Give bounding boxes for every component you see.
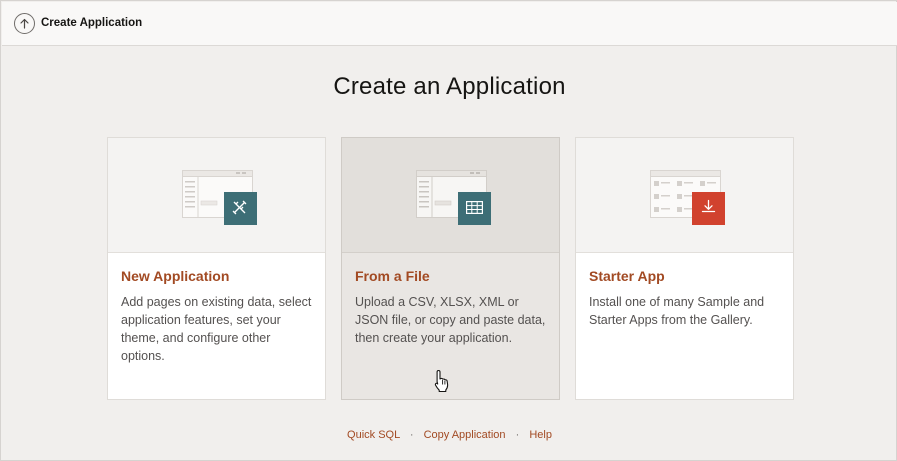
card-from-a-file[interactable]: From a File Upload a CSV, XLSX, XML or J… [341,137,560,400]
card-illustration [108,138,325,253]
card-description: Upload a CSV, XLSX, XML or JSON file, or… [355,295,546,345]
top-bar: Create Application [2,2,897,46]
copy-application-link[interactable]: Copy Application [424,429,506,441]
back-button[interactable] [14,13,35,34]
card-starter-app[interactable]: Starter App Install one of many Sample a… [575,137,794,400]
page-breadcrumb-title: Create Application [41,17,143,29]
arrow-up-circle-icon [20,18,29,29]
card-illustration [576,138,793,253]
download-icon [701,199,716,213]
card-illustration [342,138,559,253]
from-file-illustration [416,170,491,225]
new-application-illustration [182,170,257,225]
card-description: Install one of many Sample and Starter A… [589,295,765,327]
page-title: Create an Application [333,73,566,100]
card-title: New Application [121,268,230,284]
pencil-ruler-icon [232,200,247,215]
quick-sql-link[interactable]: Quick SQL [347,429,400,441]
link-separator: · [515,429,520,441]
card-title: From a File [355,268,430,284]
footer-links: Quick SQL · Copy Application · Help [1,429,897,441]
help-link[interactable]: Help [529,429,552,441]
card-new-application[interactable]: New Application Add pages on existing da… [107,137,326,400]
link-separator: · [409,429,414,441]
starter-app-illustration [650,170,725,225]
card-description: Add pages on existing data, select appli… [121,295,312,363]
app-frame: Create Application Create an Application [0,0,897,461]
table-grid-icon [466,201,483,214]
hand-pointer-cursor-icon [434,369,449,393]
card-title: Starter App [589,268,665,284]
